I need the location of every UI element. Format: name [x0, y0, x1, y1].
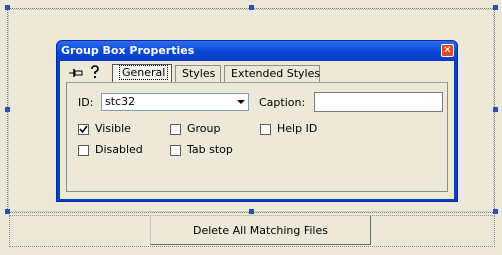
resize-handle-ne[interactable]	[493, 5, 498, 10]
general-tab-panel: ID: stc32 Caption: Visible Group Help ID…	[66, 82, 448, 192]
tab-styles[interactable]: Styles	[175, 65, 221, 82]
resize-handle-se[interactable]	[493, 209, 498, 214]
tab-styles-label: Styles	[182, 67, 216, 80]
tab-stop-label: Tab stop	[187, 143, 233, 156]
dialog-titlebar[interactable]: Group Box Properties ✕	[57, 41, 457, 60]
caption-label: Caption:	[259, 96, 306, 109]
pushpin-icon[interactable]	[68, 67, 84, 79]
resize-handle-nw[interactable]	[5, 5, 10, 10]
dialog-title: Group Box Properties	[61, 44, 195, 57]
delete-all-matching-files-button[interactable]: Delete All Matching Files	[150, 215, 371, 245]
group-label: Group	[187, 122, 221, 135]
id-value: stc32	[105, 95, 136, 108]
visible-checkbox[interactable]	[78, 124, 89, 135]
tab-general-label: General	[119, 65, 169, 80]
close-button[interactable]: ✕	[441, 44, 454, 57]
tab-stop-checkbox[interactable]	[170, 145, 181, 156]
delete-button-label: Delete All Matching Files	[193, 223, 328, 237]
resize-handle-sw[interactable]	[5, 209, 10, 214]
id-combobox[interactable]: stc32	[101, 93, 249, 111]
visible-label: Visible	[95, 122, 131, 135]
tab-extended-styles[interactable]: Extended Styles	[224, 65, 320, 82]
resize-handle-e[interactable]	[493, 107, 498, 112]
group-checkbox[interactable]	[170, 124, 181, 135]
id-label: ID:	[78, 96, 94, 109]
resize-handle-n[interactable]	[249, 5, 254, 10]
caption-input[interactable]	[314, 92, 443, 112]
dialog-client: General Styles Extended Styles ID: stc32…	[60, 61, 454, 199]
resize-handle-w[interactable]	[5, 107, 10, 112]
disabled-label: Disabled	[95, 143, 143, 156]
question-icon[interactable]	[89, 65, 101, 80]
group-box-properties-dialog: Group Box Properties ✕ General Styles Ex…	[56, 40, 458, 202]
help-id-label: Help ID	[277, 122, 318, 135]
disabled-checkbox[interactable]	[78, 145, 89, 156]
tab-general[interactable]: General	[112, 64, 172, 83]
help-id-checkbox[interactable]	[260, 124, 271, 135]
close-icon: ✕	[443, 45, 452, 56]
chevron-down-icon[interactable]	[234, 94, 248, 110]
tab-extended-styles-label: Extended Styles	[231, 67, 321, 80]
resize-handle-s[interactable]	[249, 209, 254, 214]
check-icon	[79, 125, 88, 134]
